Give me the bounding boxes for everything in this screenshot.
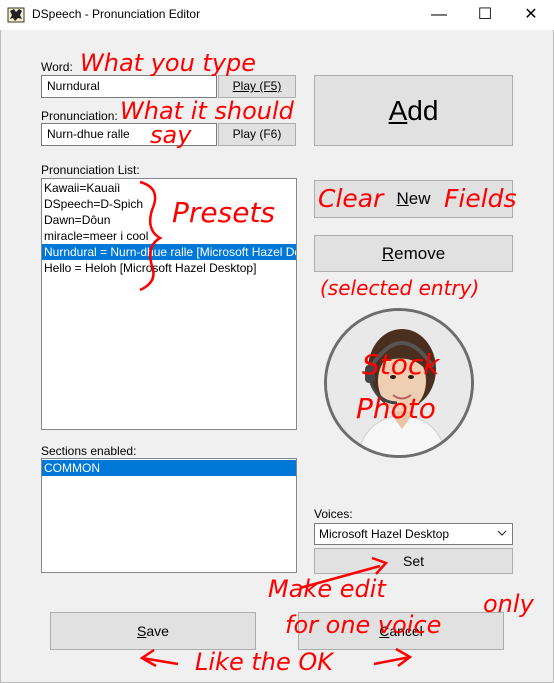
hand-drawn-arrow-icon <box>139 180 413 668</box>
